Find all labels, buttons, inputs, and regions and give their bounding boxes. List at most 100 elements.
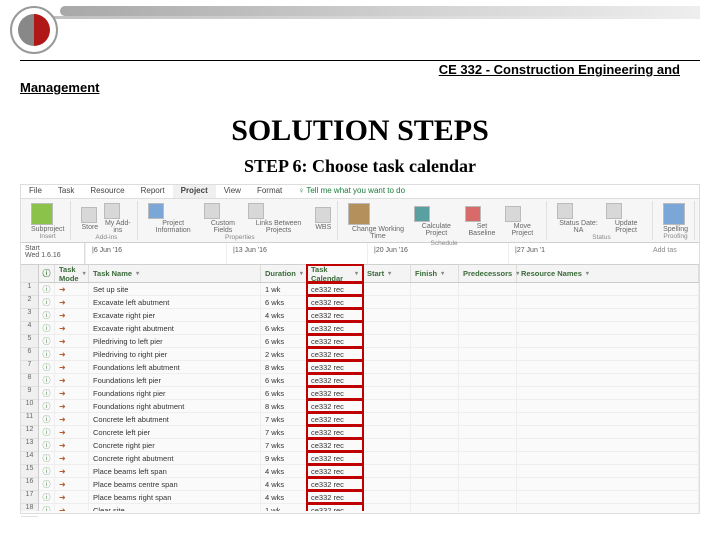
cell-mode[interactable] — [55, 504, 89, 511]
cell-mode[interactable] — [55, 335, 89, 347]
row-number[interactable]: 14 — [21, 452, 38, 465]
cell-resources[interactable] — [517, 361, 699, 373]
row-number[interactable]: 15 — [21, 465, 38, 478]
table-row[interactable]: Concrete right pier7 wksce332 rec — [39, 439, 699, 452]
table-row[interactable]: Set up site1 wkce332 rec — [39, 283, 699, 296]
row-number[interactable]: 10 — [21, 400, 38, 413]
ribbon-tab-file[interactable]: File — [21, 185, 50, 198]
cell-predecessors[interactable] — [459, 478, 517, 490]
cell-mode[interactable] — [55, 439, 89, 451]
cell-mode[interactable] — [55, 452, 89, 464]
cell-task-name[interactable]: Place beams centre span — [89, 478, 261, 490]
col-duration[interactable]: Duration — [261, 265, 307, 282]
cell-resources[interactable] — [517, 374, 699, 386]
cell-resources[interactable] — [517, 296, 699, 308]
cell-resources[interactable] — [517, 322, 699, 334]
col-finish[interactable]: Finish — [411, 265, 459, 282]
table-row[interactable]: Piledriving to right pier2 wksce332 rec — [39, 348, 699, 361]
cell-resources[interactable] — [517, 426, 699, 438]
tell-me[interactable]: ♀ Tell me what you want to do — [290, 185, 413, 198]
cell-mode[interactable] — [55, 400, 89, 412]
cell-resources[interactable] — [517, 504, 699, 511]
ribbon-tab-format[interactable]: Format — [249, 185, 290, 198]
cell-task-name[interactable]: Foundations left abutment — [89, 361, 261, 373]
cell-finish[interactable] — [411, 491, 459, 503]
cell-start[interactable] — [363, 452, 411, 464]
cell-resources[interactable] — [517, 348, 699, 360]
cell-task-calendar[interactable]: ce332 rec — [307, 491, 363, 503]
cell-task-name[interactable]: Set up site — [89, 283, 261, 295]
cell-mode[interactable] — [55, 465, 89, 477]
table-row[interactable]: Place beams centre span4 wksce332 rec — [39, 478, 699, 491]
row-number[interactable]: 17 — [21, 491, 38, 504]
cell-duration[interactable]: 4 wks — [261, 478, 307, 490]
row-number[interactable]: 16 — [21, 478, 38, 491]
cell-duration[interactable]: 4 wks — [261, 465, 307, 477]
cell-resources[interactable] — [517, 335, 699, 347]
cell-resources[interactable] — [517, 283, 699, 295]
cell-task-name[interactable]: Concrete right pier — [89, 439, 261, 451]
cell-finish[interactable] — [411, 413, 459, 425]
ribbon-btn-move[interactable]: Move Project — [505, 206, 540, 237]
cell-start[interactable] — [363, 283, 411, 295]
cell-task-name[interactable]: Clear site — [89, 504, 261, 511]
ribbon-tab-view[interactable]: View — [216, 185, 249, 198]
cell-start[interactable] — [363, 426, 411, 438]
cell-finish[interactable] — [411, 309, 459, 321]
ribbon-btn-calc[interactable]: Calculate Project — [414, 206, 459, 237]
cell-predecessors[interactable] — [459, 413, 517, 425]
cell-task-name[interactable]: Concrete left abutment — [89, 413, 261, 425]
cell-resources[interactable] — [517, 413, 699, 425]
cell-mode[interactable] — [55, 478, 89, 490]
col-task-mode[interactable]: Task Mode — [55, 265, 89, 282]
cell-resources[interactable] — [517, 309, 699, 321]
row-number[interactable]: 7 — [21, 361, 38, 374]
cell-task-calendar[interactable]: ce332 rec — [307, 504, 363, 511]
col-task-calendar[interactable]: Task Calendar — [307, 265, 363, 282]
table-row[interactable]: Concrete left pier7 wksce332 rec — [39, 426, 699, 439]
cell-task-name[interactable]: Piledriving to right pier — [89, 348, 261, 360]
cell-predecessors[interactable] — [459, 348, 517, 360]
row-number[interactable]: 13 — [21, 439, 38, 452]
cell-duration[interactable]: 4 wks — [261, 491, 307, 503]
table-row[interactable]: Piledriving to left pier6 wksce332 rec — [39, 335, 699, 348]
cell-start[interactable] — [363, 322, 411, 334]
row-number[interactable]: 11 — [21, 413, 38, 426]
cell-finish[interactable] — [411, 374, 459, 386]
cell-predecessors[interactable] — [459, 504, 517, 511]
cell-predecessors[interactable] — [459, 387, 517, 399]
cell-start[interactable] — [363, 296, 411, 308]
cell-task-calendar[interactable]: ce332 rec — [307, 413, 363, 425]
ribbon-btn-store[interactable]: Store — [81, 207, 98, 231]
cell-duration[interactable]: 6 wks — [261, 296, 307, 308]
cell-finish[interactable] — [411, 296, 459, 308]
cell-task-name[interactable]: Excavate left abutment — [89, 296, 261, 308]
ribbon-btn-subproject[interactable]: Subproject — [31, 203, 64, 233]
ribbon-btn-spell[interactable]: Spelling — [663, 203, 688, 233]
table-row[interactable]: Place beams left span4 wksce332 rec — [39, 465, 699, 478]
ribbon-btn-changewt[interactable]: Change Working Time — [348, 203, 407, 240]
cell-task-calendar[interactable]: ce332 rec — [307, 335, 363, 347]
cell-start[interactable] — [363, 439, 411, 451]
cell-start[interactable] — [363, 400, 411, 412]
col-indicator[interactable] — [39, 265, 55, 282]
cell-finish[interactable] — [411, 283, 459, 295]
cell-task-calendar[interactable]: ce332 rec — [307, 387, 363, 399]
cell-finish[interactable] — [411, 439, 459, 451]
cell-task-calendar[interactable]: ce332 rec — [307, 465, 363, 477]
cell-predecessors[interactable] — [459, 439, 517, 451]
cell-start[interactable] — [363, 465, 411, 477]
cell-resources[interactable] — [517, 439, 699, 451]
cell-finish[interactable] — [411, 387, 459, 399]
cell-task-name[interactable]: Concrete right abutment — [89, 452, 261, 464]
cell-duration[interactable]: 7 wks — [261, 426, 307, 438]
cell-task-calendar[interactable]: ce332 rec — [307, 309, 363, 321]
cell-mode[interactable] — [55, 491, 89, 503]
ribbon-btn-myaddins[interactable]: My Add-ins — [104, 203, 131, 234]
cell-start[interactable] — [363, 335, 411, 347]
cell-duration[interactable]: 1 wk — [261, 283, 307, 295]
cell-duration[interactable]: 7 wks — [261, 439, 307, 451]
ribbon-btn-statusdate[interactable]: Status Date: NA — [557, 203, 600, 234]
cell-mode[interactable] — [55, 387, 89, 399]
ribbon-btn-wbs[interactable]: WBS — [315, 207, 331, 231]
